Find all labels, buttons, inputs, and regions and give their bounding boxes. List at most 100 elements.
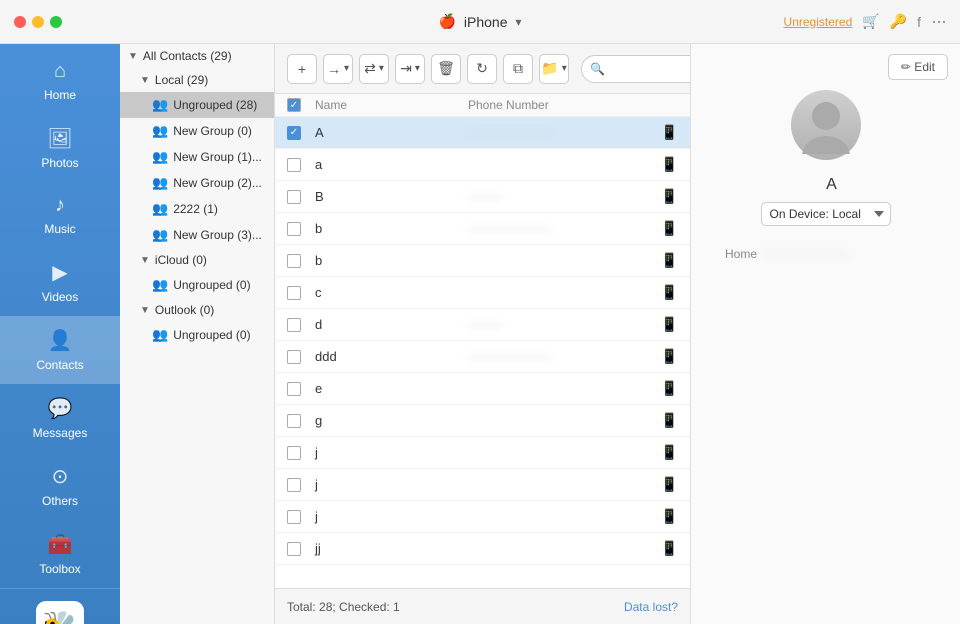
table-row[interactable]: j 📱 xyxy=(275,501,690,533)
refresh-icon: ↻ xyxy=(476,60,488,77)
row-checkbox[interactable] xyxy=(287,318,301,332)
export-button[interactable]: ⇄ ▾ xyxy=(359,54,389,84)
sidebar-item-home[interactable]: ⌂ Home xyxy=(0,48,120,114)
row-checkbox[interactable] xyxy=(287,190,301,204)
tree-outlook[interactable]: ▼ Outlook (0) xyxy=(120,298,274,322)
maximize-button[interactable] xyxy=(50,16,62,28)
sidebar-item-music[interactable]: ♪ Music xyxy=(0,182,120,248)
contacts-header: ✓ Name Phone Number xyxy=(275,94,690,117)
search-box[interactable]: 🔍 xyxy=(581,55,690,83)
row-check[interactable] xyxy=(287,478,315,492)
contacts-toolbar: + → ▾ ⇄ ▾ ⇥ ▾ 🗑 ↻ ⧉ � xyxy=(275,44,690,94)
tree-icloud-ungrouped[interactable]: 👥 Ungrouped (0) xyxy=(120,272,274,298)
tree-icloud[interactable]: ▼ iCloud (0) xyxy=(120,248,274,272)
row-check[interactable] xyxy=(287,382,315,396)
row-check[interactable] xyxy=(287,510,315,524)
sidebar-label-toolbox: Toolbox xyxy=(39,562,80,576)
row-checkbox[interactable] xyxy=(287,254,301,268)
transfer-button[interactable]: ⇥ ▾ xyxy=(395,54,425,84)
chevron-down-icon[interactable]: ▾ xyxy=(516,15,522,29)
tree-local[interactable]: ▼ Local (29) xyxy=(120,68,274,92)
device-select[interactable]: On Device: Local iCloud Outlook xyxy=(761,202,891,226)
table-row[interactable]: a 📱 xyxy=(275,149,690,181)
table-row[interactable]: j 📱 xyxy=(275,469,690,501)
tree-new-group-1[interactable]: 👥 New Group (1)... xyxy=(120,144,274,170)
delete-button[interactable]: 🗑 xyxy=(431,54,461,84)
tree-ungrouped[interactable]: 👥 Ungrouped (28) xyxy=(120,92,274,118)
duplicate-button[interactable]: ⧉ xyxy=(503,54,533,84)
facebook-icon[interactable]: f xyxy=(917,14,921,30)
archive-button[interactable]: 📁 ▾ xyxy=(539,54,569,84)
table-row[interactable]: g 📱 xyxy=(275,405,690,437)
toggle-icon: ▼ xyxy=(128,51,138,62)
row-check[interactable] xyxy=(287,286,315,300)
row-check[interactable] xyxy=(287,318,315,332)
group-icon: 👥 xyxy=(152,277,168,293)
row-check[interactable] xyxy=(287,542,315,556)
sidebar-item-others[interactable]: ⊙ Others xyxy=(0,452,120,520)
tree-new-group[interactable]: 👥 New Group (0) xyxy=(120,118,274,144)
row-checkbox[interactable] xyxy=(287,222,301,236)
right-panel: ✏ Edit A On Device: Local iCloud Outlook… xyxy=(690,44,960,624)
sidebar-bottom: 🐝 AnyMP4 iPhone Transfer Pro for Mac xyxy=(0,588,120,624)
row-checkbox[interactable] xyxy=(287,158,301,172)
table-row[interactable]: B ──── 📱 xyxy=(275,181,690,213)
unregistered-link[interactable]: Unregistered xyxy=(784,15,853,29)
cart-icon[interactable]: 🛒 xyxy=(862,13,879,30)
row-checkbox[interactable] xyxy=(287,478,301,492)
sidebar-item-photos[interactable]: 🖼 Photos xyxy=(0,114,120,182)
row-check[interactable] xyxy=(287,190,315,204)
more-icon[interactable]: ··· xyxy=(931,11,946,32)
sidebar-item-messages[interactable]: 💬 Messages xyxy=(0,384,120,452)
contact-name: b xyxy=(315,221,468,236)
search-input[interactable] xyxy=(610,62,690,76)
row-check[interactable] xyxy=(287,350,315,364)
table-row[interactable]: jj 📱 xyxy=(275,533,690,565)
table-row[interactable]: ddd ────────── 📱 xyxy=(275,341,690,373)
sidebar-label-videos: Videos xyxy=(42,290,78,304)
row-check[interactable]: ✓ xyxy=(287,126,315,140)
row-check[interactable] xyxy=(287,414,315,428)
tree-all-contacts[interactable]: ▼ All Contacts (29) xyxy=(120,44,274,68)
add-contact-button[interactable]: + xyxy=(287,54,317,84)
tree-2222[interactable]: 👥 2222 (1) xyxy=(120,196,274,222)
videos-icon: ▶ xyxy=(52,260,67,285)
row-checkbox[interactable] xyxy=(287,286,301,300)
edit-button[interactable]: ✏ Edit xyxy=(888,54,948,80)
close-button[interactable] xyxy=(14,16,26,28)
table-row[interactable]: b ────────── 📱 xyxy=(275,213,690,245)
sidebar-item-videos[interactable]: ▶ Videos xyxy=(0,248,120,316)
refresh-button[interactable]: ↻ xyxy=(467,54,497,84)
table-row[interactable]: e 📱 xyxy=(275,373,690,405)
select-all-checkbox[interactable]: ✓ xyxy=(287,98,301,112)
minimize-button[interactable] xyxy=(32,16,44,28)
row-checkbox[interactable] xyxy=(287,510,301,524)
tree-outlook-ungrouped[interactable]: 👥 Ungrouped (0) xyxy=(120,322,274,348)
table-row[interactable]: ✓ A ────────── 📱 xyxy=(275,117,690,149)
import-button[interactable]: → ▾ xyxy=(323,54,353,84)
table-row[interactable]: c 📱 xyxy=(275,277,690,309)
row-checkbox[interactable] xyxy=(287,542,301,556)
table-row[interactable]: j 📱 xyxy=(275,437,690,469)
table-row[interactable]: d ──── 📱 xyxy=(275,309,690,341)
tree-new-group-3[interactable]: 👥 New Group (3)... xyxy=(120,222,274,248)
contact-name: j xyxy=(315,477,468,492)
tree-new-group-2[interactable]: 👥 New Group (2)... xyxy=(120,170,274,196)
sidebar-item-toolbox[interactable]: 🧰 Toolbox xyxy=(0,520,120,588)
row-check[interactable] xyxy=(287,222,315,236)
contact-device: 📱 xyxy=(648,476,678,493)
export-chevron: ▾ xyxy=(379,63,384,74)
row-check[interactable] xyxy=(287,446,315,460)
row-checkbox[interactable] xyxy=(287,446,301,460)
row-checkbox[interactable] xyxy=(287,414,301,428)
table-row[interactable]: b 📱 xyxy=(275,245,690,277)
row-checkbox[interactable] xyxy=(287,382,301,396)
data-lost-link[interactable]: Data lost? xyxy=(624,600,678,614)
sidebar-item-contacts[interactable]: 👤 Contacts xyxy=(0,316,120,384)
row-checkbox[interactable]: ✓ xyxy=(287,126,301,140)
row-check[interactable] xyxy=(287,254,315,268)
contact-name: A xyxy=(315,125,468,140)
row-checkbox[interactable] xyxy=(287,350,301,364)
gift-icon[interactable]: 🔑 xyxy=(890,13,907,30)
row-check[interactable] xyxy=(287,158,315,172)
